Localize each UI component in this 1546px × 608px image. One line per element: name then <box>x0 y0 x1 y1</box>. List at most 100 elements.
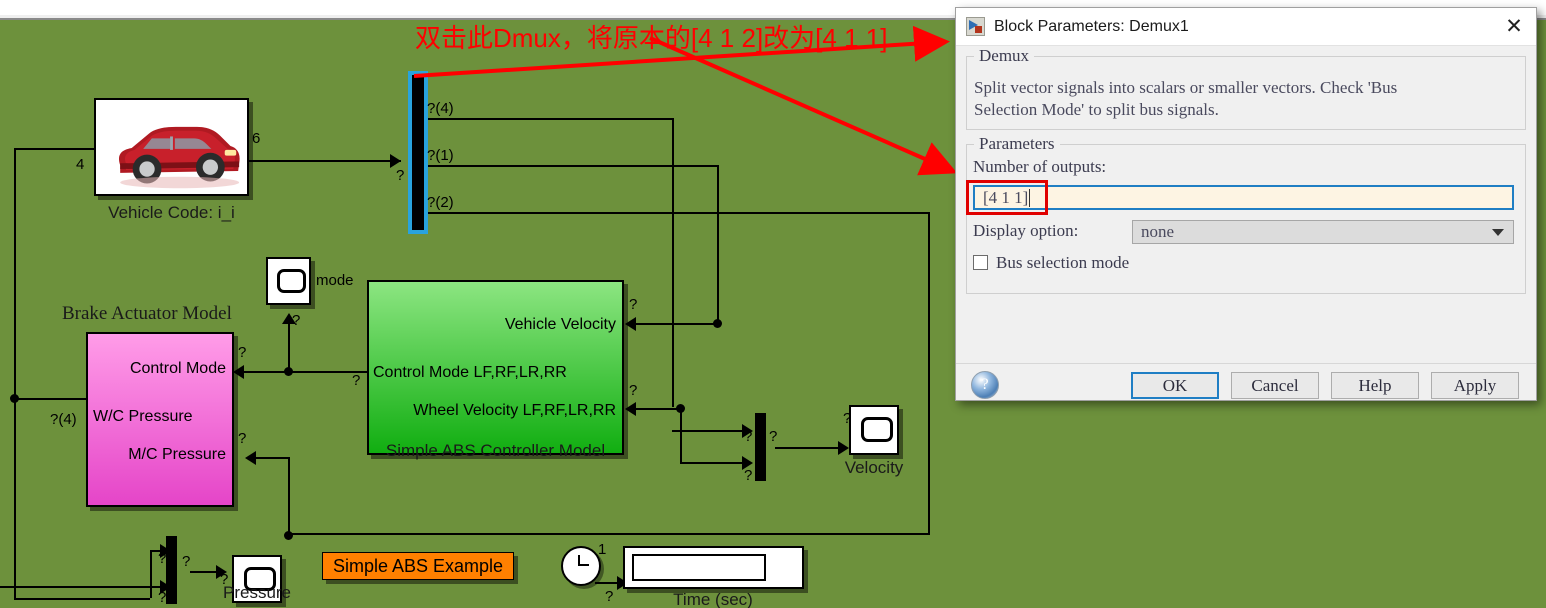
junction-dot-bottom <box>284 531 293 540</box>
display-option-label: Display option: <box>973 221 1079 240</box>
bus-selection-mode-label: Bus selection mode <box>996 253 1130 272</box>
clock-hand-hour <box>578 564 589 566</box>
demux1-port-label-2: ?(2) <box>427 194 454 211</box>
chevron-down-icon <box>1492 229 1504 236</box>
help-button[interactable]: Help <box>1331 372 1419 399</box>
wire-bottom-mux-v <box>150 550 152 598</box>
port-marker-control-mode-out: ? <box>238 344 247 361</box>
chinese-annotation-text: 双击此Dmux，将原本的[4 1 2]改为[4 1 1] <box>415 23 888 53</box>
clock-out-port-label: 1 <box>598 541 607 558</box>
vehicle-block-label: Vehicle Code: i_i <box>108 203 235 222</box>
simulink-block-icon <box>966 17 985 36</box>
wire-mc-pressure <box>256 457 289 459</box>
display-readout <box>632 554 766 581</box>
vehicle-block[interactable] <box>94 98 249 196</box>
dialog-footer-divider <box>956 363 1536 364</box>
arrow-vehicle-velocity <box>625 317 636 331</box>
dialog-title: Block Parameters: Demux1 <box>994 17 1189 35</box>
apply-button[interactable]: Apply <box>1431 372 1519 399</box>
port-marker-mux2-out: ? <box>769 428 778 445</box>
clock-in-port-label: ? <box>605 588 614 605</box>
wire-to-mux2-top <box>672 430 746 432</box>
port-marker-mux1-in-a: ? <box>158 550 167 567</box>
close-icon[interactable]: ✕ <box>1492 8 1536 45</box>
brake-port-mc-pressure: M/C Pressure <box>128 446 226 463</box>
mode-scope-label: mode <box>316 272 354 289</box>
example-tag-annotation[interactable]: Simple ABS Example <box>322 552 514 580</box>
scope-screen <box>277 268 306 294</box>
port-marker-abs-in: ? <box>352 372 361 389</box>
number-of-outputs-label: Number of outputs: <box>973 157 1107 176</box>
arrow-mc-pressure <box>245 451 256 465</box>
abs-controller-block[interactable]: Vehicle Velocity Control Mode LF,RF,LR,R… <box>367 280 624 455</box>
wire-wheel-down <box>680 408 682 464</box>
wire-demux-out1-v <box>717 165 719 323</box>
wire-to-wc-pressure <box>14 398 86 400</box>
port-marker-mux1-in-b: ? <box>158 589 167 606</box>
wire-mode-up <box>288 321 290 371</box>
wire-mc-down <box>288 457 290 535</box>
wire-bottom-left <box>14 598 150 600</box>
port-marker-pressure-scope-in: ? <box>220 571 229 588</box>
scope-screen <box>861 417 893 443</box>
arrow-into-demux <box>390 154 401 168</box>
wire-left-vertical <box>14 148 16 600</box>
demux-group-legend: Demux <box>974 46 1035 66</box>
abs-controller-label: Simple ABS Controller Model <box>385 441 606 460</box>
port-marker-vehicle-velocity: ? <box>629 296 638 313</box>
port-marker-wheel-velocity: ? <box>629 382 638 399</box>
port-marker-mode-scope: ? <box>292 312 301 329</box>
vehicle-in-port-label: 4 <box>76 156 85 173</box>
demux1-block[interactable] <box>408 71 428 234</box>
mode-scope-block[interactable] <box>266 257 311 305</box>
wire-outer-bottom <box>288 533 930 535</box>
port-marker-velocity-scope-in: ? <box>843 410 852 427</box>
brake-port-wc-pressure: W/C Pressure <box>93 408 193 425</box>
wire-mux2-to-scope <box>775 447 844 449</box>
wire-wheel-to-mux2 <box>680 462 746 464</box>
mux-pressure-block[interactable] <box>166 536 177 604</box>
mux-velocity-block[interactable] <box>755 413 766 481</box>
wire-bottom-mux-b <box>0 586 166 588</box>
dialog-title-bar[interactable]: Block Parameters: Demux1 ✕ <box>956 8 1536 46</box>
arrow-control-mode <box>233 365 244 379</box>
wire-vehicle-to-demux <box>249 160 401 162</box>
abs-port-vehicle-velocity: Vehicle Velocity <box>504 316 616 333</box>
clock-block[interactable] <box>561 546 601 586</box>
abs-port-control-mode: Control Mode LF,RF,LR,RR <box>373 364 567 381</box>
ok-button[interactable]: OK <box>1131 372 1219 399</box>
arrow-wheel-velocity <box>625 402 636 416</box>
arrow-into-velocity-scope <box>838 441 849 455</box>
wire-demux-out2-v <box>928 212 930 535</box>
block-parameters-dialog[interactable]: Block Parameters: Demux1 ✕ Demux Split v… <box>955 7 1537 401</box>
brake-actuator-block[interactable]: Control Mode W/C Pressure M/C Pressure <box>86 332 234 507</box>
time-display-label: Time (sec) <box>673 590 753 608</box>
wire-demux-out4-v <box>672 118 674 407</box>
wire-control-mode <box>244 371 369 373</box>
time-display-block[interactable] <box>623 546 804 589</box>
demux1-port-label-0: ?(4) <box>427 100 454 117</box>
junction-dot-left <box>10 394 19 403</box>
abs-port-wheel-velocity: Wheel Velocity LF,RF,LR,RR <box>413 402 616 419</box>
velocity-scope-block[interactable] <box>849 405 899 455</box>
number-of-outputs-input[interactable]: [4 1 1] <box>973 185 1514 210</box>
simulink-window: 4 6 Vehicle Code: i_i ?(4) ?(1) ?(2) ? C… <box>0 0 1546 608</box>
brake-port-control-mode: Control Mode <box>129 360 226 377</box>
wire-demux-out2 <box>421 212 930 214</box>
brake-in-signal-label: ?(4) <box>50 411 77 428</box>
vehicle-out-port-label: 6 <box>252 130 261 147</box>
display-option-value: none <box>1141 222 1175 241</box>
wire-vehicle-velocity <box>636 323 719 325</box>
parameters-group-legend: Parameters <box>974 134 1060 154</box>
velocity-scope-label: Velocity <box>844 458 904 477</box>
display-option-select[interactable]: none <box>1132 220 1514 244</box>
help-icon[interactable]: ? <box>971 371 999 399</box>
number-of-outputs-highlight <box>966 180 1048 215</box>
cancel-button[interactable]: Cancel <box>1231 372 1319 399</box>
port-marker-mux2-in-b: ? <box>744 467 753 484</box>
bus-selection-mode-checkbox[interactable] <box>973 255 988 270</box>
wire-demux-out4 <box>421 118 674 120</box>
demux1-in-port-label: ? <box>396 167 405 184</box>
junction-dot-velocity <box>713 319 722 328</box>
port-marker-mux2-in-a: ? <box>744 428 753 445</box>
